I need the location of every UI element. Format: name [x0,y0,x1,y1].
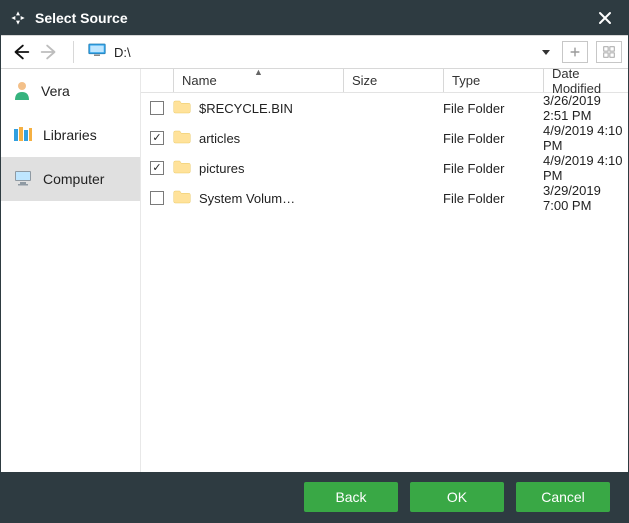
toolbar-separator [73,41,74,63]
table-row[interactable]: System Volum… File Folder3/29/2019 7:00 P… [141,183,628,213]
column-header-row: ▲ Name Size Type Date Modified [141,69,628,93]
file-pane: ▲ Name Size Type Date Modified $RECYCLE.… [141,69,628,472]
file-type: File Folder [443,191,543,206]
new-folder-button[interactable] [562,41,588,63]
libraries-icon [13,125,33,146]
sidebar: Vera Libraries Computer [1,69,141,472]
sidebar-item-vera[interactable]: Vera [1,69,140,113]
row-checkbox[interactable] [150,101,164,115]
column-header-type[interactable]: Type [443,69,543,92]
sidebar-item-label: Libraries [43,127,97,143]
folder-icon [173,100,191,117]
row-checkbox[interactable] [150,131,164,145]
file-type: File Folder [443,101,543,116]
footer: Back OK Cancel [1,472,628,522]
column-header-label: Name [182,73,217,88]
body: Vera Libraries Computer ▲ Name [1,69,628,472]
file-type: File Folder [443,161,543,176]
file-date: 3/26/2019 2:51 PM [543,93,628,123]
drive-icon [88,43,106,62]
column-header-label: Size [352,73,377,88]
file-rows: $RECYCLE.BINFile Folder3/26/2019 2:51 PM… [141,93,628,472]
column-header-name[interactable]: ▲ Name [173,69,343,92]
titlebar: Select Source [1,1,628,35]
cancel-button[interactable]: Cancel [516,482,610,512]
row-checkbox[interactable] [150,161,164,175]
file-date: 4/9/2019 4:10 PM [543,123,628,153]
column-header-label: Type [452,73,480,88]
row-checkbox[interactable] [150,191,164,205]
file-type: File Folder [443,131,543,146]
folder-icon [173,160,191,177]
path-box[interactable]: D:\ [84,43,538,62]
file-name: System Volum… [199,191,295,206]
path-text: D:\ [114,45,131,60]
column-header-size[interactable]: Size [343,69,443,92]
computer-icon [13,169,33,190]
sidebar-item-libraries[interactable]: Libraries [1,113,140,157]
table-row[interactable]: $RECYCLE.BIN File Folder3/26/2019 2:51 PM [141,93,628,123]
column-header-label: Date Modified [552,66,620,96]
view-mode-button[interactable] [596,41,622,63]
nav-forward-button[interactable] [35,38,63,66]
window-title: Select Source [35,10,590,26]
sidebar-item-label: Vera [41,83,70,99]
nav-back-button[interactable] [7,38,35,66]
file-date: 4/9/2019 4:10 PM [543,153,628,183]
select-source-window: Select Source D:\ [0,0,629,523]
folder-icon [173,190,191,207]
column-header-checkbox[interactable] [141,69,173,92]
column-header-date[interactable]: Date Modified [543,69,628,92]
user-icon [13,80,31,103]
folder-icon [173,130,191,147]
file-date: 3/29/2019 7:00 PM [543,183,628,213]
close-button[interactable] [590,3,620,33]
back-button[interactable]: Back [304,482,398,512]
ok-button[interactable]: OK [410,482,504,512]
path-dropdown-caret[interactable] [538,46,554,58]
file-name: pictures [199,161,245,176]
file-name: articles [199,131,240,146]
table-row[interactable]: articles File Folder4/9/2019 4:10 PM [141,123,628,153]
sidebar-item-computer[interactable]: Computer [1,157,140,201]
table-row[interactable]: pictures File Folder4/9/2019 4:10 PM [141,153,628,183]
sort-indicator-asc-icon: ▲ [254,67,263,77]
app-icon [9,9,27,27]
sidebar-item-label: Computer [43,171,104,187]
toolbar: D:\ [1,35,628,69]
file-name: $RECYCLE.BIN [199,101,293,116]
